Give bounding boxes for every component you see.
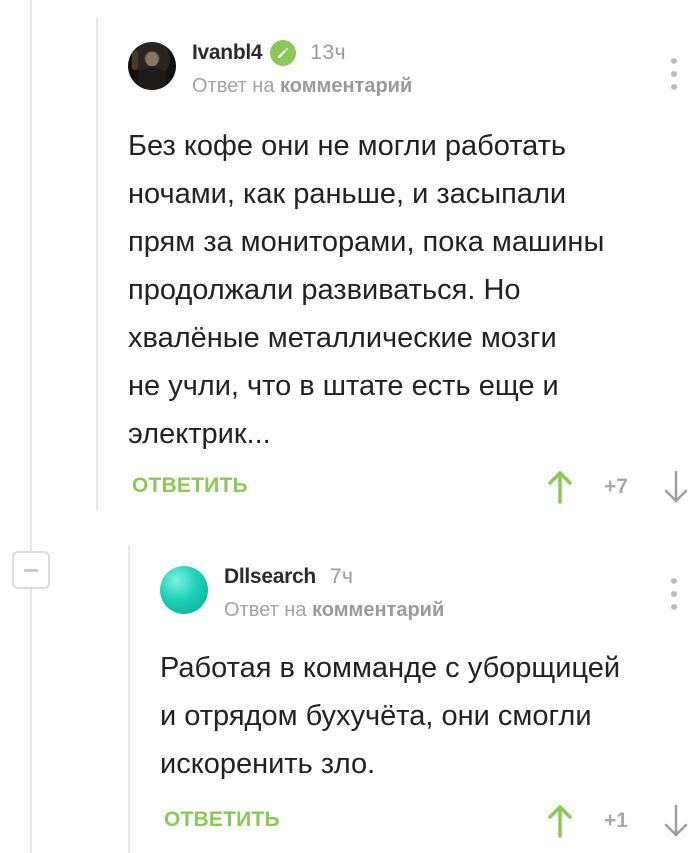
comment-text: Работая в комманде с уборщицей и отрядом… bbox=[160, 644, 690, 788]
arrow-down-icon[interactable] bbox=[662, 470, 690, 504]
arrow-up-icon[interactable] bbox=[546, 470, 574, 504]
comment-text-line: прям за мониторами, пока машины bbox=[128, 226, 605, 258]
arrow-down-icon[interactable] bbox=[662, 804, 690, 838]
reply-to-prefix: Ответ на bbox=[192, 75, 275, 97]
comment-text-line: электрик... bbox=[128, 418, 271, 450]
reply-to-prefix: Ответ на bbox=[224, 599, 307, 621]
arrow-up-icon[interactable] bbox=[546, 804, 574, 838]
thread-line-outer bbox=[30, 0, 32, 853]
rating-score: +7 bbox=[604, 475, 628, 498]
comment-text-line: хвалёные металлические мозги bbox=[128, 322, 557, 354]
more-vertical-icon[interactable] bbox=[664, 54, 684, 94]
comment-text-line: искоренить зло. bbox=[160, 748, 376, 780]
author-name[interactable]: Dllsearch bbox=[224, 565, 316, 589]
reply-button[interactable]: ОТВЕТИТЬ bbox=[132, 474, 248, 498]
comment-text-line: Без кофе они не могли работать bbox=[128, 130, 567, 162]
comment-text: Без кофе они не могли работать ночами, к… bbox=[128, 122, 658, 458]
reply-to-link[interactable]: комментарий bbox=[280, 75, 412, 97]
rating-score: +1 bbox=[604, 809, 628, 832]
comment-text-line: и отрядом бухучёта, они смогли bbox=[160, 700, 592, 732]
avatar[interactable] bbox=[160, 566, 208, 614]
comment-header: Dllsearch 7ч Ответ на комментарий bbox=[224, 562, 444, 624]
thread-line-inner bbox=[96, 18, 98, 510]
comment-text-line: продолжали развиваться. Но bbox=[128, 274, 521, 306]
comment-text-line: Работая в комманде с уборщицей bbox=[160, 652, 621, 684]
comment-time: 7ч bbox=[329, 565, 354, 588]
comment-actions: ОТВЕТИТЬ +1 bbox=[164, 800, 694, 840]
reply-to-line: Ответ на комментарий bbox=[224, 596, 444, 624]
comment-text-line: ночами, как раньше, и засыпали bbox=[128, 178, 567, 210]
more-vertical-icon[interactable] bbox=[664, 574, 684, 614]
thread-line-reply bbox=[128, 545, 130, 853]
reply-to-line: Ответ на комментарий bbox=[192, 72, 412, 100]
comment-time: 13ч bbox=[310, 41, 347, 64]
reply-button[interactable]: ОТВЕТИТЬ bbox=[164, 808, 280, 832]
verified-badge-icon bbox=[270, 40, 297, 66]
comment-header: Ivanbl4 13ч Ответ на комментарий bbox=[192, 38, 412, 100]
comment-text-line: не учли, что в штате есть еще и bbox=[128, 370, 559, 402]
comment-actions: ОТВЕТИТЬ +7 bbox=[132, 466, 692, 506]
reply-to-link[interactable]: комментарий bbox=[312, 599, 444, 621]
avatar[interactable] bbox=[128, 42, 176, 90]
author-name[interactable]: Ivanbl4 bbox=[192, 41, 263, 65]
minus-icon bbox=[24, 569, 38, 572]
collapse-thread-button[interactable] bbox=[12, 551, 50, 589]
